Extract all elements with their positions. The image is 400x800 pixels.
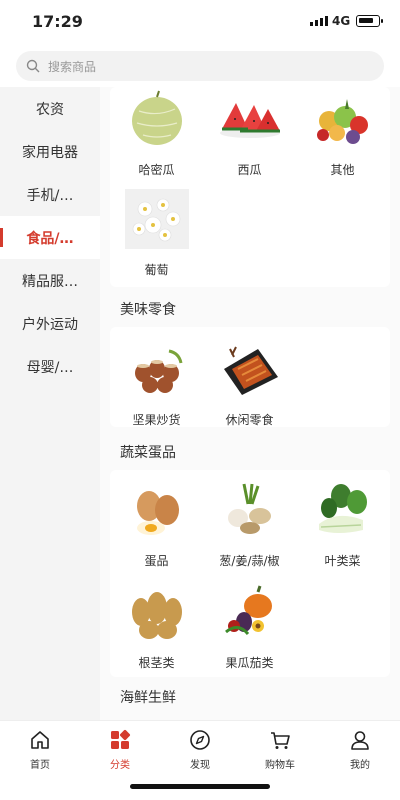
sidebar-item-apparel[interactable]: 精品服… [0, 259, 100, 302]
tab-home[interactable]: 首页 [0, 729, 80, 771]
sidebar-item-appliances[interactable]: 家用电器 [0, 130, 100, 173]
category-item-grape[interactable]: 葡萄 [110, 187, 203, 278]
category-item-snacks[interactable]: 休闲零食 [203, 337, 296, 428]
status-time: 17:29 [32, 12, 83, 31]
sidebar-item-label: 农资 [36, 101, 64, 118]
category-item-label: 葱/姜/蒜/椒 [219, 554, 280, 568]
bok-choy-icon [318, 484, 367, 533]
category-item-label: 叶类菜 [324, 554, 361, 568]
tab-discover[interactable]: 发现 [160, 729, 240, 771]
sidebar-item-baby[interactable]: 母婴/… [0, 345, 100, 388]
section-title-veg: 蔬菜蛋品 [120, 445, 176, 461]
category-item-nuts[interactable]: 坚果炒货 [110, 337, 203, 428]
fruit-card: 哈密瓜 西瓜 其他 葡萄 [110, 87, 390, 287]
cart-icon [271, 732, 290, 749]
grape-flower-icon [124, 189, 189, 249]
compass-icon [190, 730, 210, 750]
sidebar-item-phones[interactable]: 手机/… [0, 173, 100, 216]
category-item-label: 其他 [330, 163, 355, 177]
tab-label: 发现 [190, 760, 210, 771]
category-item-label: 根茎类 [138, 656, 175, 670]
sidebar-item-label: 手机/… [26, 187, 74, 204]
sidebar-item-outdoor[interactable]: 户外运动 [0, 302, 100, 345]
category-item-melon[interactable]: 哈密瓜 [110, 87, 203, 178]
signal-icon [310, 16, 328, 26]
category-item-label: 果瓜茄类 [225, 656, 274, 670]
category-item-eggs[interactable]: 蛋品 [110, 478, 203, 569]
category-item-label: 坚果炒货 [132, 413, 181, 427]
category-item-label: 葡萄 [144, 263, 169, 277]
network-type: 4G [332, 14, 351, 28]
tab-category[interactable]: 分类 [80, 729, 160, 771]
tab-label: 首页 [30, 760, 50, 771]
section-title-snacks: 美味零食 [120, 302, 176, 318]
tab-label: 我的 [350, 760, 370, 771]
tab-profile[interactable]: 我的 [320, 729, 400, 771]
hazelnut-icon [134, 349, 182, 393]
search-bar[interactable]: 搜索商品 [16, 51, 384, 81]
category-item-label: 蛋品 [144, 554, 169, 568]
category-item-other-fruit[interactable]: 其他 [296, 87, 389, 178]
tab-label: 分类 [110, 760, 130, 771]
mixed-fruit-icon [316, 99, 368, 144]
category-item-gourds[interactable]: 果瓜茄类 [203, 580, 296, 671]
category-item-label: 休闲零食 [225, 413, 274, 427]
melon-icon [131, 90, 182, 145]
egg-icon [136, 491, 179, 535]
potato-icon [131, 592, 182, 639]
pumpkin-eggplant-icon [224, 585, 272, 636]
battery-icon [356, 15, 383, 27]
category-content: 哈密瓜 西瓜 其他 葡萄 美味零食 坚果炒货 休闲零食 蔬菜蛋品 蛋品 葱/姜/… [100, 87, 400, 720]
category-item-watermelon[interactable]: 西瓜 [203, 87, 296, 178]
user-icon [351, 731, 369, 750]
category-item-root[interactable]: 根茎类 [110, 580, 203, 671]
snack-plate-icon [223, 346, 278, 395]
category-sidebar: 农资 家用电器 手机/… 食品/… 精品服… 户外运动 母婴/… [0, 87, 100, 720]
sidebar-item-label: 母婴/… [26, 359, 74, 376]
category-item-leafy[interactable]: 叶类菜 [296, 478, 389, 569]
search-placeholder: 搜索商品 [48, 59, 97, 74]
section-title-seafood: 海鲜生鲜 [120, 690, 176, 706]
sidebar-item-food[interactable]: 食品/… [0, 216, 100, 259]
category-item-label: 哈密瓜 [138, 163, 175, 177]
tab-label: 购物车 [265, 760, 295, 771]
snacks-card: 坚果炒货 休闲零食 [110, 327, 390, 427]
sidebar-item-label: 食品/… [26, 230, 74, 247]
tab-cart[interactable]: 购物车 [240, 729, 320, 771]
sidebar-item-label: 精品服… [22, 273, 78, 290]
status-bar: 17:29 4G [0, 0, 400, 44]
sidebar-item-label: 家用电器 [22, 144, 78, 161]
category-item-label: 西瓜 [237, 163, 262, 177]
sidebar-item-label: 户外运动 [22, 316, 78, 333]
category-icon [111, 729, 131, 749]
home-indicator [130, 784, 270, 789]
home-icon [31, 731, 49, 749]
garlic-ginger-icon [227, 483, 271, 534]
search-icon [26, 59, 40, 73]
sidebar-item-agri[interactable]: 农资 [0, 87, 100, 130]
category-item-aromatics[interactable]: 葱/姜/蒜/椒 [203, 478, 296, 569]
watermelon-icon [219, 103, 280, 138]
veg-card: 蛋品 葱/姜/蒜/椒 叶类菜 根茎类 果瓜茄类 [110, 470, 390, 677]
